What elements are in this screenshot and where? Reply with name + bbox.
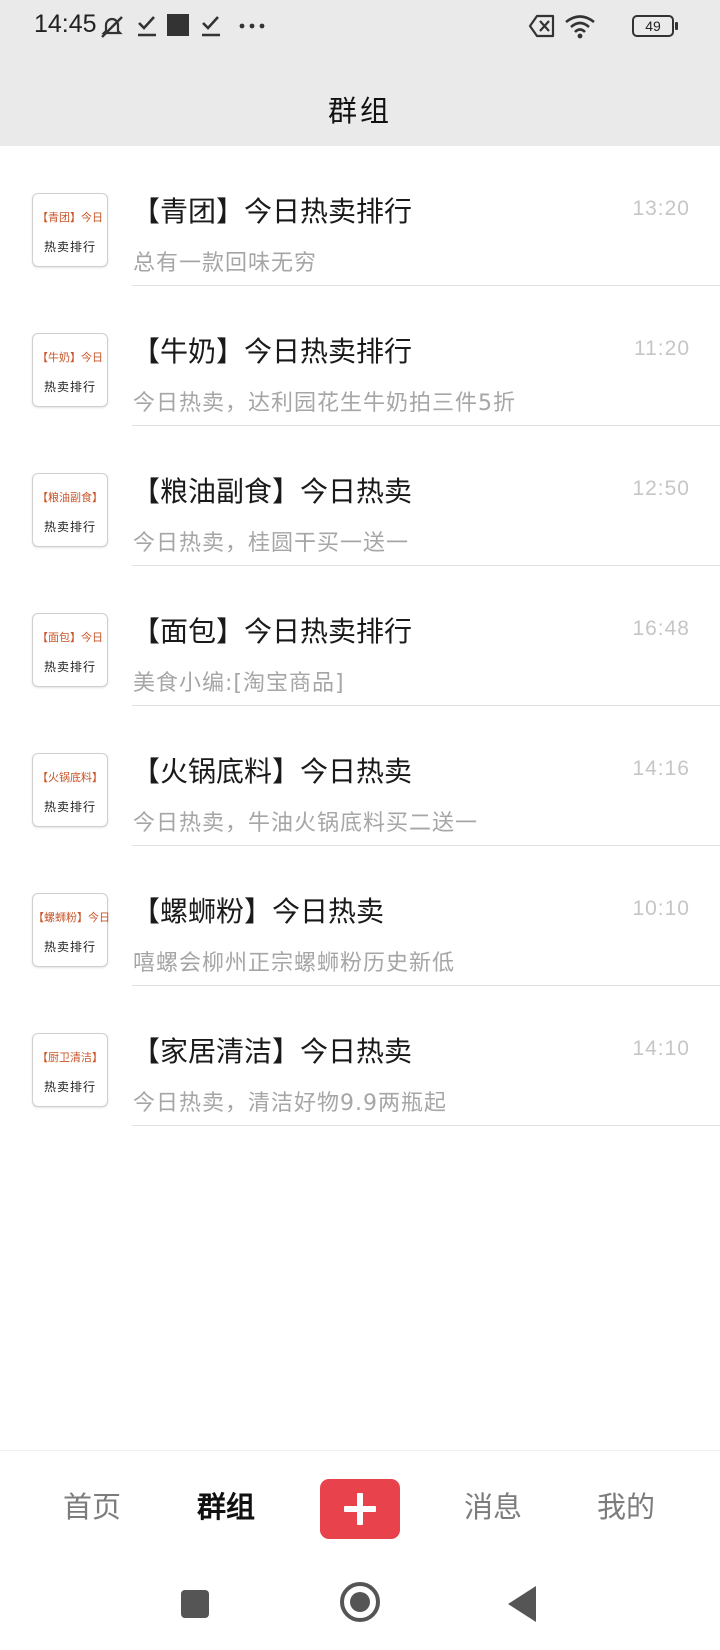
battery-icon: 49	[632, 15, 678, 37]
group-preview: 今日热卖，达利园花生牛奶拍三件5折	[133, 391, 516, 416]
group-name: 【牛奶】今日热卖排行	[132, 335, 413, 368]
square-icon	[167, 14, 189, 36]
status-time: 14:45	[34, 10, 97, 38]
thumbnail-tag: 【螺蛳粉】今日	[33, 911, 110, 924]
group-thumbnail: 【面包】今日 热卖排行	[32, 613, 108, 687]
thumbnail-tag: 【青团】今日	[37, 211, 103, 224]
group-row[interactable]: 【螺蛳粉】今日 热卖排行 【螺蛳粉】今日热卖 10:10 嘻螺会柳州正宗螺蛳粉历…	[0, 846, 720, 986]
group-time: 14:16	[632, 757, 690, 780]
group-name: 【螺蛳粉】今日热卖	[132, 895, 385, 928]
mute-icon	[101, 16, 123, 38]
group-name: 【火锅底料】今日热卖	[132, 755, 413, 788]
group-time: 12:50	[632, 477, 690, 500]
check-icon	[202, 16, 220, 37]
wifi-icon	[565, 15, 595, 39]
group-time: 10:10	[632, 897, 690, 920]
group-thumbnail: 【牛奶】今日 热卖排行	[32, 333, 108, 407]
row-divider	[132, 1125, 720, 1126]
back-icon[interactable]	[508, 1586, 536, 1622]
group-name: 【粮油副食】今日热卖	[132, 475, 413, 508]
group-preview: 今日热卖，清洁好物9.9两瓶起	[133, 1091, 447, 1116]
battery-level: 49	[645, 18, 661, 34]
group-preview: 今日热卖，桂圆干买一送一	[133, 531, 410, 556]
thumbnail-tag: 【粮油副食】	[37, 491, 103, 504]
thumbnail-tag: 【面包】今日	[37, 631, 103, 644]
group-preview: 美食小编:[淘宝商品]	[133, 671, 345, 696]
group-preview: 总有一款回味无穷	[133, 251, 318, 276]
page-header: 群组	[0, 54, 720, 146]
bottom-tab-bar: 首页 群组 消息 我的	[0, 1450, 720, 1562]
group-time: 14:10	[632, 1037, 690, 1060]
group-name: 【家居清洁】今日热卖	[132, 1035, 413, 1068]
tab-messages[interactable]: 消息	[433, 1451, 553, 1563]
group-thumbnail: 【青团】今日 热卖排行	[32, 193, 108, 267]
group-thumbnail: 【厨卫清洁】 热卖排行	[32, 1033, 108, 1107]
group-time: 13:20	[632, 197, 690, 220]
group-thumbnail: 【螺蛳粉】今日 热卖排行	[32, 893, 110, 967]
thumbnail-subtitle: 热卖排行	[43, 240, 96, 254]
tab-mine[interactable]: 我的	[566, 1451, 686, 1563]
tab-home[interactable]: 首页	[32, 1451, 152, 1563]
group-row[interactable]: 【粮油副食】 热卖排行 【粮油副食】今日热卖 12:50 今日热卖，桂圆干买一送…	[0, 426, 720, 566]
thumbnail-tag: 【牛奶】今日	[37, 351, 103, 364]
group-preview: 嘻螺会柳州正宗螺蛳粉历史新低	[133, 951, 456, 976]
check-icon	[138, 16, 156, 37]
thumbnail-subtitle: 热卖排行	[43, 800, 96, 814]
thumbnail-tag: 【厨卫清洁】	[37, 1051, 103, 1064]
add-button[interactable]	[320, 1479, 400, 1539]
group-thumbnail: 【火锅底料】 热卖排行	[32, 753, 108, 827]
group-time: 11:20	[634, 337, 690, 360]
more-icon	[239, 23, 265, 29]
group-row[interactable]: 【青团】今日 热卖排行 【青团】今日热卖排行 13:20 总有一款回味无穷	[0, 146, 720, 286]
thumbnail-subtitle: 热卖排行	[43, 380, 96, 394]
group-row[interactable]: 【面包】今日 热卖排行 【面包】今日热卖排行 16:48 美食小编:[淘宝商品]	[0, 566, 720, 706]
system-nav-bar	[0, 1562, 720, 1650]
recent-apps-icon[interactable]	[181, 1590, 209, 1618]
thumbnail-subtitle: 热卖排行	[43, 1080, 96, 1094]
group-row[interactable]: 【厨卫清洁】 热卖排行 【家居清洁】今日热卖 14:10 今日热卖，清洁好物9.…	[0, 986, 720, 1126]
tab-groups[interactable]: 群组	[166, 1451, 286, 1563]
page-title: 群组	[327, 94, 392, 128]
thumbnail-subtitle: 热卖排行	[43, 660, 96, 674]
group-row[interactable]: 【火锅底料】 热卖排行 【火锅底料】今日热卖 14:16 今日热卖，牛油火锅底料…	[0, 706, 720, 846]
sim-x-icon	[528, 14, 555, 38]
group-preview: 今日热卖，牛油火锅底料买二送一	[133, 811, 479, 836]
thumbnail-subtitle: 热卖排行	[43, 520, 96, 534]
group-name: 【面包】今日热卖排行	[132, 615, 413, 648]
group-list: 【青团】今日 热卖排行 【青团】今日热卖排行 13:20 总有一款回味无穷 【牛…	[0, 146, 720, 1126]
group-thumbnail: 【粮油副食】 热卖排行	[32, 473, 108, 547]
home-icon[interactable]	[340, 1582, 380, 1622]
group-time: 16:48	[632, 617, 690, 640]
group-row[interactable]: 【牛奶】今日 热卖排行 【牛奶】今日热卖排行 11:20 今日热卖，达利园花生牛…	[0, 286, 720, 426]
thumbnail-subtitle: 热卖排行	[43, 940, 96, 954]
thumbnail-tag: 【火锅底料】	[37, 771, 103, 784]
status-bar: 14:45 49	[0, 0, 720, 54]
group-name: 【青团】今日热卖排行	[132, 195, 413, 228]
